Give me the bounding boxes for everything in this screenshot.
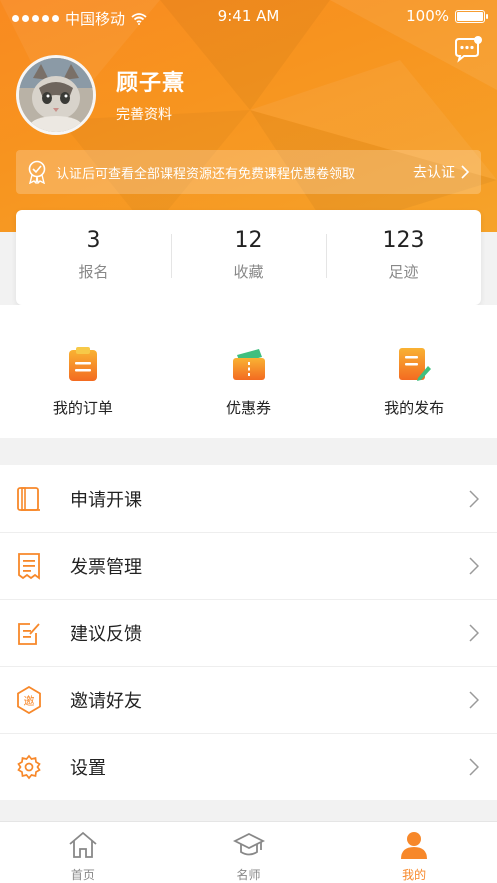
tab-home[interactable]: 首页 — [0, 822, 166, 883]
stat-label: 足迹 — [388, 263, 419, 281]
profile-header: 中国移动 9:41 AM 100% 顾子熹 完善资料 认证后可查看全部课程资源还… — [0, 0, 497, 232]
menu-label: 申请开课 — [70, 489, 142, 511]
my-posts-button[interactable]: 我的发布 — [331, 305, 497, 438]
chevron-right-icon — [461, 165, 469, 179]
stat-value: 3 — [86, 228, 101, 253]
stats-card: 3 报名 12 收藏 123 足迹 — [16, 210, 481, 305]
verify-action[interactable]: 去认证 — [413, 162, 455, 182]
stat-history[interactable]: 123 足迹 — [326, 210, 481, 305]
menu-feedback[interactable]: 建议反馈 — [0, 599, 497, 666]
user-name: 顾子熹 — [116, 71, 186, 96]
quick-actions: 我的订单 优惠券 我的发布 — [0, 305, 497, 438]
complete-profile-link[interactable]: 完善资料 — [116, 104, 172, 124]
verify-text: 认证后可查看全部课程资源还有免费课程优惠卷领取 — [56, 166, 356, 182]
receipt-icon — [18, 553, 40, 580]
quick-label: 我的订单 — [52, 399, 113, 417]
battery-percent: 100% — [406, 7, 449, 25]
coupon-icon — [232, 349, 265, 380]
chevron-right-icon — [469, 557, 479, 575]
coupons-button[interactable]: 优惠券 — [166, 305, 332, 438]
stat-value: 123 — [382, 228, 425, 253]
stat-value: 12 — [234, 228, 263, 253]
order-icon — [68, 347, 97, 381]
menu-invoice[interactable]: 发票管理 — [0, 532, 497, 599]
verify-banner[interactable]: 认证后可查看全部课程资源还有免费课程优惠卷领取 去认证 — [16, 150, 481, 194]
cat-photo — [19, 58, 93, 132]
graduation-cap-icon — [232, 832, 265, 856]
publish-icon — [399, 348, 432, 381]
quick-label: 优惠券 — [226, 399, 272, 417]
chevron-right-icon — [469, 489, 479, 508]
settings-menu: 申请开课 发票管理 建议反馈 邀 邀请好友 设置 — [0, 465, 497, 800]
chevron-right-icon — [469, 691, 479, 709]
book-icon — [17, 486, 40, 511]
stat-enroll[interactable]: 3 报名 — [16, 210, 171, 305]
menu-invite[interactable]: 邀 邀请好友 — [0, 666, 497, 733]
menu-label: 建议反馈 — [70, 624, 142, 645]
quick-label: 我的发布 — [384, 399, 445, 417]
svg-text:邀: 邀 — [24, 694, 35, 708]
chevron-right-icon — [469, 624, 479, 642]
edit-icon — [18, 623, 40, 645]
status-bar: 中国移动 9:41 AM 100% — [0, 0, 497, 34]
tab-label: 我的 — [402, 868, 427, 882]
tab-teachers[interactable]: 名师 — [166, 822, 332, 883]
battery-icon — [455, 9, 488, 23]
tab-mine[interactable]: 我的 — [331, 822, 497, 883]
menu-label: 发票管理 — [70, 557, 142, 578]
menu-label: 设置 — [70, 758, 106, 779]
gear-icon — [17, 754, 41, 780]
avatar[interactable] — [16, 55, 96, 135]
invite-icon: 邀 — [17, 686, 41, 714]
home-icon — [69, 831, 97, 858]
stat-label: 报名 — [78, 263, 109, 281]
chat-bubble-icon — [455, 36, 482, 63]
tab-label: 首页 — [70, 868, 95, 882]
message-button[interactable] — [453, 36, 483, 64]
my-orders-button[interactable]: 我的订单 — [0, 305, 166, 438]
tab-bar: 首页 名师 我的 — [0, 821, 497, 883]
menu-settings[interactable]: 设置 — [0, 733, 497, 800]
stat-favorites[interactable]: 12 收藏 — [171, 210, 326, 305]
menu-apply-course[interactable]: 申请开课 — [0, 465, 497, 532]
medal-icon — [28, 160, 46, 184]
tab-label: 名师 — [236, 868, 261, 882]
user-icon — [401, 832, 428, 859]
chevron-right-icon — [469, 758, 479, 776]
stat-label: 收藏 — [233, 263, 264, 281]
menu-label: 邀请好友 — [70, 691, 142, 712]
